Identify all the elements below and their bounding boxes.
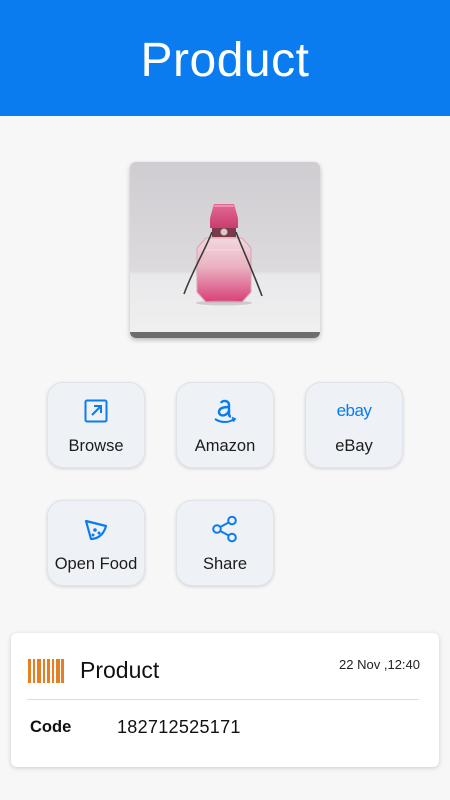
barcode-icon [28, 659, 64, 688]
page-title: Product [140, 33, 310, 87]
ebay-logo-text: ebay [336, 401, 372, 420]
card-title: Product [80, 657, 160, 683]
amazon-icon [212, 397, 238, 425]
browse-button[interactable]: Browse [47, 382, 145, 468]
share-button[interactable]: Share [176, 500, 274, 586]
pizza-slice-icon [82, 515, 110, 543]
product-card[interactable]: Product 22 Nov ,12:40 Code 182712525171 [11, 633, 439, 767]
amazon-label: Amazon [194, 437, 256, 455]
amazon-button[interactable]: Amazon [176, 382, 274, 468]
product-image [130, 162, 320, 338]
scan-date: 22 Nov ,12:40 [339, 657, 420, 672]
open-food-button[interactable]: Open Food [47, 500, 145, 586]
ebay-icon: ebay [337, 397, 372, 425]
code-value[interactable]: 182712525171 [117, 717, 241, 738]
ebay-label: eBay [335, 437, 373, 455]
share-icon [211, 515, 239, 543]
app-bar: Product [0, 0, 450, 116]
divider [27, 699, 419, 700]
browse-icon [83, 397, 109, 425]
ebay-button[interactable]: ebay eBay [305, 382, 403, 468]
browse-label: Browse [68, 437, 124, 455]
share-label: Share [202, 555, 248, 573]
open-food-label: Open Food [54, 555, 138, 573]
perfume-bottle-image [130, 162, 320, 338]
code-label: Code [30, 718, 72, 736]
